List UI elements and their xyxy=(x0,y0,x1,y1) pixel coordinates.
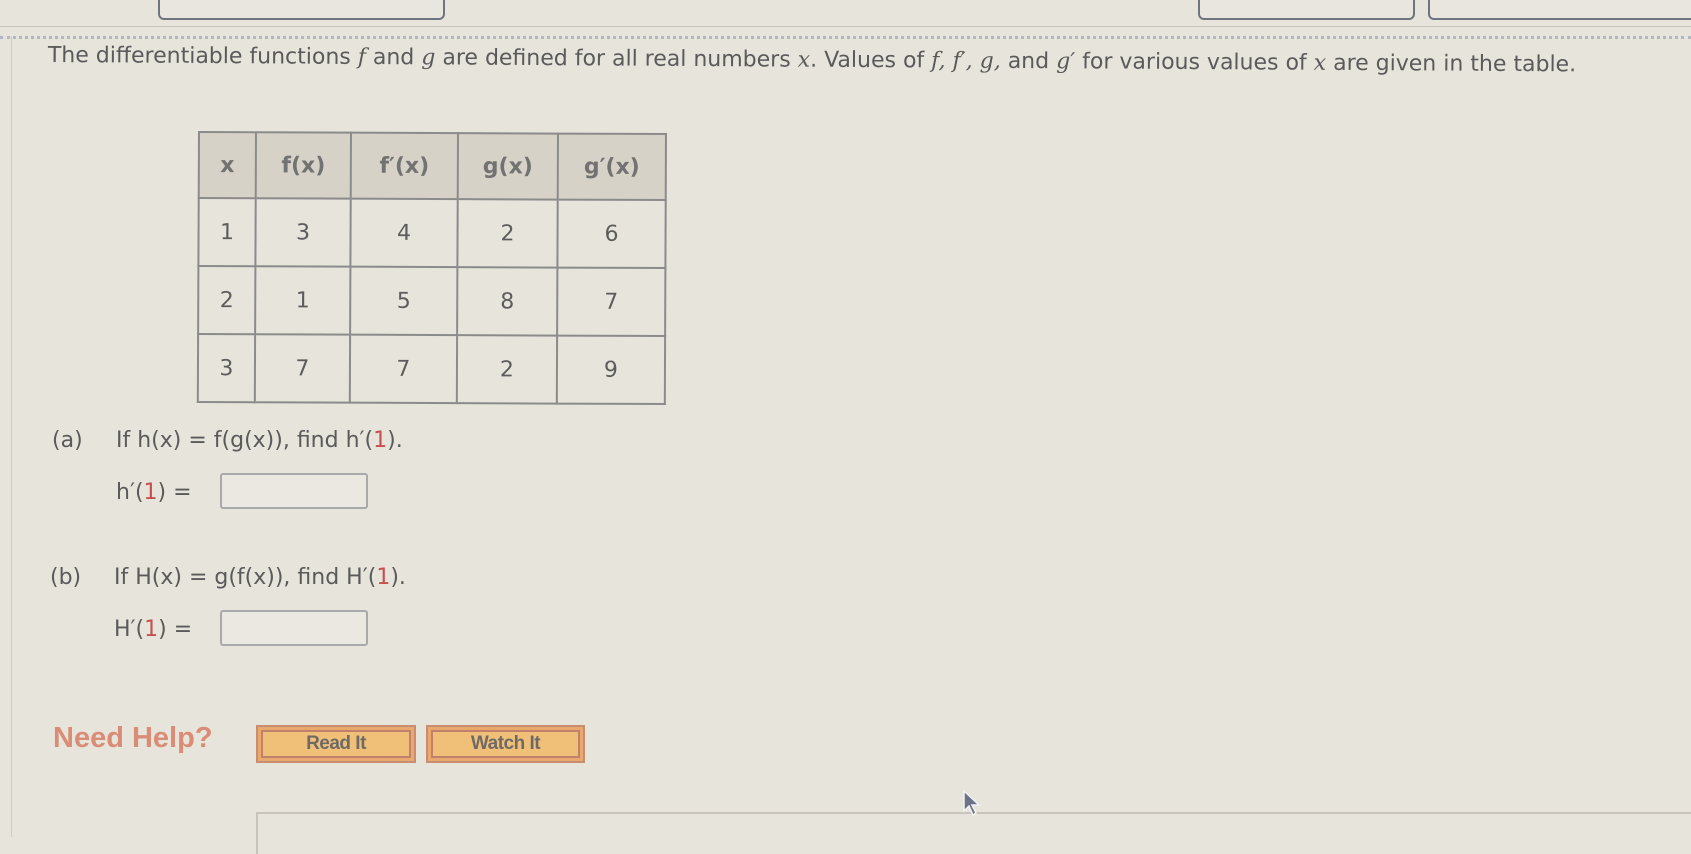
top-divider xyxy=(0,26,1691,27)
intro-text: are given in the table. xyxy=(1326,50,1577,78)
part-b-answer-label: H′(1) = xyxy=(114,617,192,642)
part-a-answer-input[interactable] xyxy=(220,473,368,509)
question-text: ). xyxy=(387,428,403,453)
cell-gprime: 7 xyxy=(557,267,666,337)
cell-gprime: 6 xyxy=(557,199,666,269)
answer-text: H′( xyxy=(114,617,145,642)
cell-g: 2 xyxy=(457,199,558,268)
intro-text: and xyxy=(365,44,422,71)
header-g: g(x) xyxy=(457,133,558,200)
answer-number: 1 xyxy=(143,480,158,505)
intro-var-g: g xyxy=(421,45,436,71)
intro-var-x: x xyxy=(1313,50,1327,76)
cell-gprime: 9 xyxy=(556,335,666,405)
answer-text: ) = xyxy=(157,480,192,505)
intro-text: are defined for all real numbers xyxy=(435,45,798,73)
intro-var-x: x xyxy=(797,47,811,73)
intro-text: for various values of xyxy=(1075,49,1314,76)
question-dotted-divider xyxy=(0,36,1691,39)
cell-f: 1 xyxy=(255,266,351,335)
top-button-3[interactable] xyxy=(1428,0,1691,20)
header-f: f(x) xyxy=(255,132,351,199)
header-fprime: f′(x) xyxy=(350,132,458,200)
cell-x: 2 xyxy=(198,266,256,335)
question-number: 1 xyxy=(376,565,391,590)
question-text: If H(x) = g(f(x)), find H′( xyxy=(114,565,377,590)
intro-text: The differentiable functions xyxy=(47,42,358,70)
need-help-label: Need Help? xyxy=(53,722,213,754)
part-a-question: If h(x) = f(g(x)), find h′(1). xyxy=(116,428,403,453)
question-text: ). xyxy=(390,565,406,590)
header-x: x xyxy=(198,132,256,199)
table-header-row: x f(x) f′(x) g(x) g′(x) xyxy=(198,132,666,201)
table-row: 3 7 7 2 9 xyxy=(197,334,666,405)
values-table: x f(x) f′(x) g(x) g′(x) 1 3 4 2 6 2 1 5 … xyxy=(197,131,667,405)
intro-text: and xyxy=(1000,48,1057,75)
header-gprime: g′(x) xyxy=(557,133,666,201)
cell-g: 8 xyxy=(457,267,558,336)
next-panel-box xyxy=(256,812,1691,854)
answer-text: h′( xyxy=(116,480,144,505)
cell-fprime: 7 xyxy=(349,334,458,404)
intro-var-list: f, f′, g, xyxy=(931,48,1001,74)
answer-number: 1 xyxy=(144,617,159,642)
answer-text: ) = xyxy=(158,617,193,642)
top-button-1[interactable] xyxy=(158,0,445,20)
watch-it-label: Watch It xyxy=(431,730,580,758)
cell-fprime: 4 xyxy=(350,198,458,268)
mouse-pointer-icon xyxy=(963,789,981,817)
read-it-label: Read It xyxy=(261,730,411,758)
cell-f: 7 xyxy=(254,334,351,403)
cell-x: 3 xyxy=(197,334,256,403)
question-text: If h(x) = f(g(x)), find h′( xyxy=(116,428,374,453)
intro-var-f: f xyxy=(357,44,367,70)
part-b-question: If H(x) = g(f(x)), find H′(1). xyxy=(114,565,406,590)
intro-text: . Values of xyxy=(810,47,932,74)
intro-var-gprime: g′ xyxy=(1056,49,1076,75)
cell-f: 3 xyxy=(255,198,351,267)
watch-it-button[interactable]: Watch It xyxy=(426,725,585,763)
cell-fprime: 5 xyxy=(350,266,458,336)
part-b-answer-input[interactable] xyxy=(220,610,368,646)
read-it-button[interactable]: Read It xyxy=(256,725,416,763)
cell-x: 1 xyxy=(198,198,256,267)
cell-g: 2 xyxy=(456,335,558,404)
table-row: 2 1 5 8 7 xyxy=(198,266,666,337)
top-button-2[interactable] xyxy=(1198,0,1415,20)
question-intro: The differentiable functions f and g are… xyxy=(48,40,1691,81)
question-number: 1 xyxy=(373,428,388,453)
part-b-label: (b) xyxy=(50,565,82,590)
left-divider xyxy=(11,36,12,837)
table-row: 1 3 4 2 6 xyxy=(198,198,666,269)
part-a-label: (a) xyxy=(52,428,83,453)
part-a-answer-label: h′(1) = xyxy=(116,480,192,505)
